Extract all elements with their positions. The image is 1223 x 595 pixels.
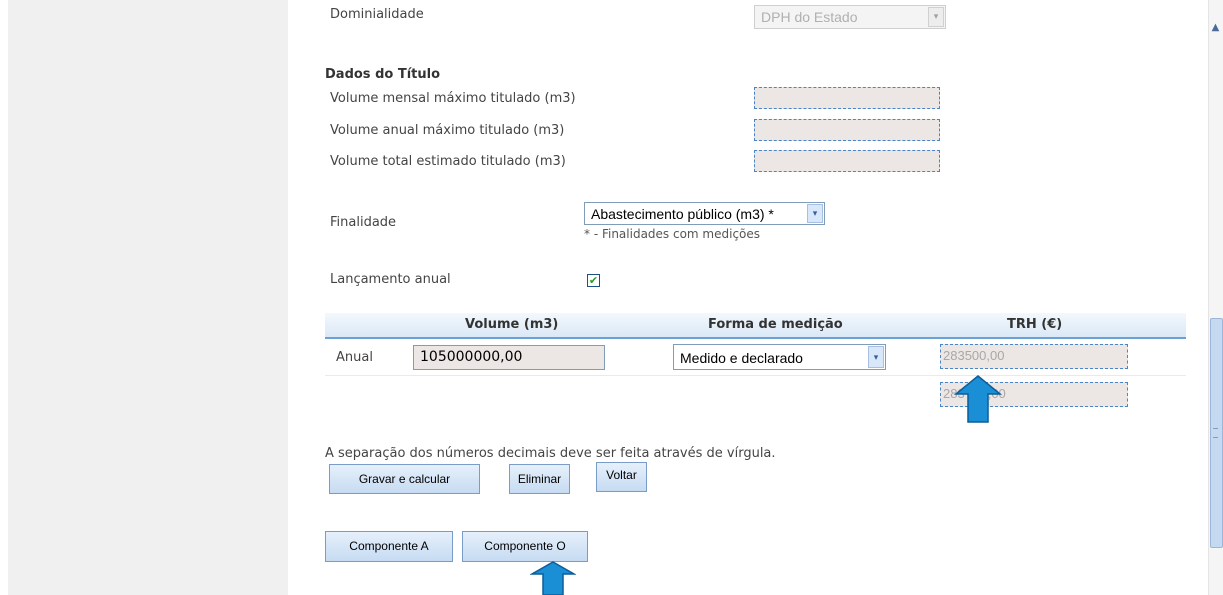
decimal-note: A separação dos números decimais deve se… xyxy=(325,446,776,461)
volume-total-field xyxy=(754,150,940,172)
up-arrow-icon xyxy=(954,375,1002,423)
chevron-down-icon: ▾ xyxy=(807,204,823,223)
volume-input[interactable]: 105000000,00 xyxy=(413,345,605,370)
table-header: Volume (m3) Forma de medição TRH (€) xyxy=(325,313,1186,339)
chevron-down-icon: ▾ xyxy=(928,7,944,27)
componente-o-button[interactable]: Componente O xyxy=(462,531,588,562)
dominialidade-value: DPH do Estado xyxy=(761,9,858,25)
column-header-forma: Forma de medição xyxy=(708,317,843,332)
up-arrow-icon xyxy=(530,561,576,595)
section-title: Dados do Título xyxy=(325,67,441,82)
dominialidade-label: Dominialidade xyxy=(330,7,424,22)
forma-medicao-select[interactable]: Medido e declarado ▾ xyxy=(673,344,886,370)
volume-mensal-label: Volume mensal máximo titulado (m3) xyxy=(330,91,576,106)
column-header-trh: TRH (€) xyxy=(1007,317,1063,332)
volume-total-label: Volume total estimado titulado (m3) xyxy=(330,154,566,169)
chevron-down-icon: ▾ xyxy=(868,346,884,368)
finalidade-label: Finalidade xyxy=(330,215,397,230)
column-header-volume: Volume (m3) xyxy=(465,317,559,332)
finalidade-value: Abastecimento público (m3) * xyxy=(591,206,774,222)
lancamento-checkbox[interactable]: ✔ xyxy=(587,274,600,287)
volume-anual-field xyxy=(754,119,940,141)
forma-medicao-value: Medido e declarado xyxy=(680,350,803,366)
finalidade-note: * - Finalidades com medições xyxy=(584,227,761,241)
row-divider xyxy=(325,375,1186,376)
volume-mensal-field xyxy=(754,87,940,109)
check-icon: ✔ xyxy=(588,274,599,287)
scroll-up-icon[interactable]: ▲ xyxy=(1210,22,1221,34)
scroll-grip-icon xyxy=(1213,428,1218,438)
componente-a-button[interactable]: Componente A xyxy=(325,531,453,562)
finalidade-select[interactable]: Abastecimento público (m3) * ▾ xyxy=(584,202,825,225)
dominialidade-select[interactable]: DPH do Estado ▾ xyxy=(754,5,946,29)
left-gutter xyxy=(8,0,288,595)
eliminar-button[interactable]: Eliminar xyxy=(509,464,570,494)
lancamento-label: Lançamento anual xyxy=(330,272,451,287)
gravar-calcular-button[interactable]: Gravar e calcular xyxy=(329,464,480,494)
row-label-anual: Anual xyxy=(336,350,373,365)
trh-value: 283500,00 xyxy=(940,344,1128,369)
voltar-button[interactable]: Voltar xyxy=(596,462,647,492)
volume-anual-label: Volume anual máximo titulado (m3) xyxy=(330,123,565,138)
